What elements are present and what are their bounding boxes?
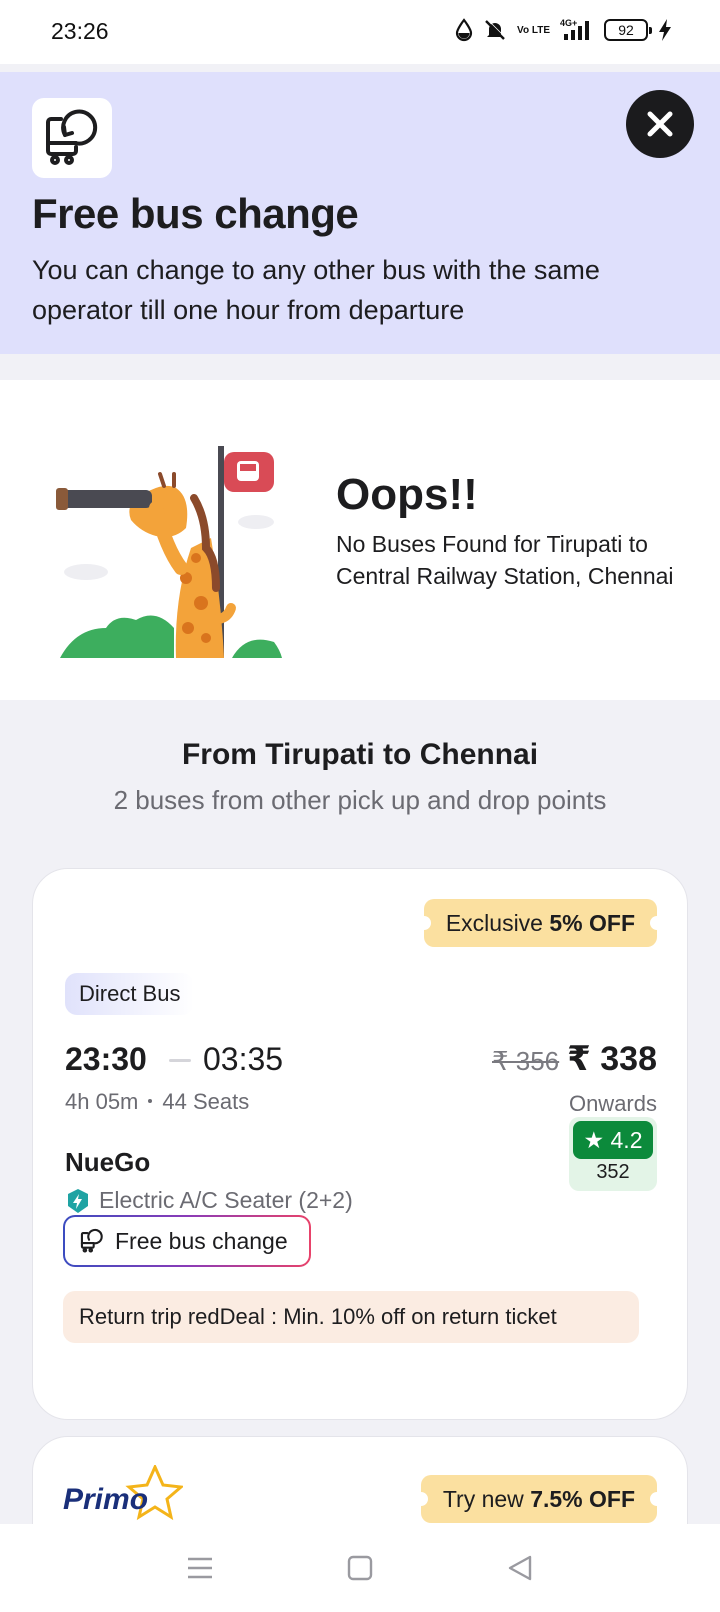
- separator-dot: [148, 1098, 153, 1103]
- home-button[interactable]: [330, 1538, 390, 1598]
- status-time: 23:26: [51, 18, 109, 44]
- star-icon: ★: [583, 1127, 605, 1153]
- home-icon: [347, 1555, 373, 1581]
- no-buses-message: No Buses Found for Tirupati to Central R…: [336, 531, 674, 589]
- bus-change-icon: [32, 98, 112, 178]
- electric-bolt-icon: [68, 1188, 88, 1213]
- time-separator: [169, 1059, 191, 1062]
- direct-bus-badge: Direct Bus: [65, 973, 195, 1015]
- no-buses-card: Oops!! No Buses Found for Tirupati to Ce…: [0, 380, 720, 700]
- primo-logo: Primo: [63, 1463, 185, 1530]
- rating-pill: ★ 4.2: [573, 1121, 653, 1159]
- operator-name: NueGo: [65, 1147, 151, 1177]
- free-bus-change-button[interactable]: Free bus change: [63, 1215, 311, 1267]
- rating-box: ★ 4.2 352: [569, 1117, 657, 1191]
- system-nav-bar: [0, 1524, 720, 1612]
- duration: 4h 05m: [65, 1089, 139, 1114]
- rating-count: 352: [596, 1161, 630, 1183]
- back-button[interactable]: [490, 1538, 550, 1598]
- menu-button[interactable]: [170, 1538, 230, 1598]
- rating-value: 4.2: [610, 1127, 643, 1153]
- discounted-price: ₹ 338: [567, 1040, 657, 1078]
- banner-title: Free bus change: [32, 190, 359, 237]
- svg-text:Primo: Primo: [63, 1483, 148, 1516]
- bus-result-card[interactable]: Exclusive 5% OFF Direct Bus 23:30 03:35 …: [32, 868, 688, 1420]
- mute-bell-icon: [485, 19, 506, 40]
- alternatives-title: From Tirupati to Chennai: [181, 738, 539, 771]
- departure-time: 23:30: [65, 1041, 147, 1077]
- volte-indicator: Vo LTE: [517, 24, 550, 36]
- alternatives-subtitle: 2 buses from other pick up and drop poin…: [113, 785, 607, 815]
- seats-available: 44 Seats: [162, 1089, 250, 1114]
- back-icon: [508, 1555, 532, 1581]
- arrival-time: 03:35: [203, 1041, 284, 1077]
- trip-info: 4h 05m 44 Seats: [65, 1089, 249, 1115]
- status-bar: 23:26 Vo LTE 4G+ 92: [0, 0, 720, 64]
- giraffe-binoculars-illustration: [56, 446, 282, 658]
- battery-indicator: 92: [604, 19, 652, 41]
- status-icons: Vo LTE 4G+ 92: [455, 18, 672, 42]
- charging-icon: [659, 19, 671, 41]
- bus-change-icon: [80, 1228, 103, 1253]
- offer-tag: Exclusive 5% OFF: [416, 899, 665, 947]
- oops-title: Oops!!: [336, 470, 478, 519]
- close-icon: [647, 111, 673, 137]
- price-note: Onwards: [568, 1091, 657, 1116]
- drop-icon: [455, 18, 473, 42]
- return-deal-bar: Return trip redDeal : Min. 10% off on re…: [63, 1291, 639, 1343]
- original-price: ₹ 356: [492, 1046, 560, 1076]
- price: ₹ 356 ₹ 338: [492, 1039, 657, 1079]
- bus-type: Electric A/C Seater (2+2): [65, 1187, 353, 1214]
- signal-icon: 4G+: [560, 18, 589, 40]
- svg-text:4G+: 4G+: [560, 18, 577, 28]
- close-button[interactable]: [626, 90, 694, 158]
- banner-description: You can change to any other bus with the…: [32, 255, 600, 325]
- offer-tag: Try new 7.5% OFF: [413, 1475, 665, 1523]
- free-bus-change-label: Free bus change: [115, 1227, 288, 1254]
- free-bus-change-banner: Free bus change You can change to any ot…: [0, 72, 720, 354]
- menu-icon: [188, 1557, 212, 1579]
